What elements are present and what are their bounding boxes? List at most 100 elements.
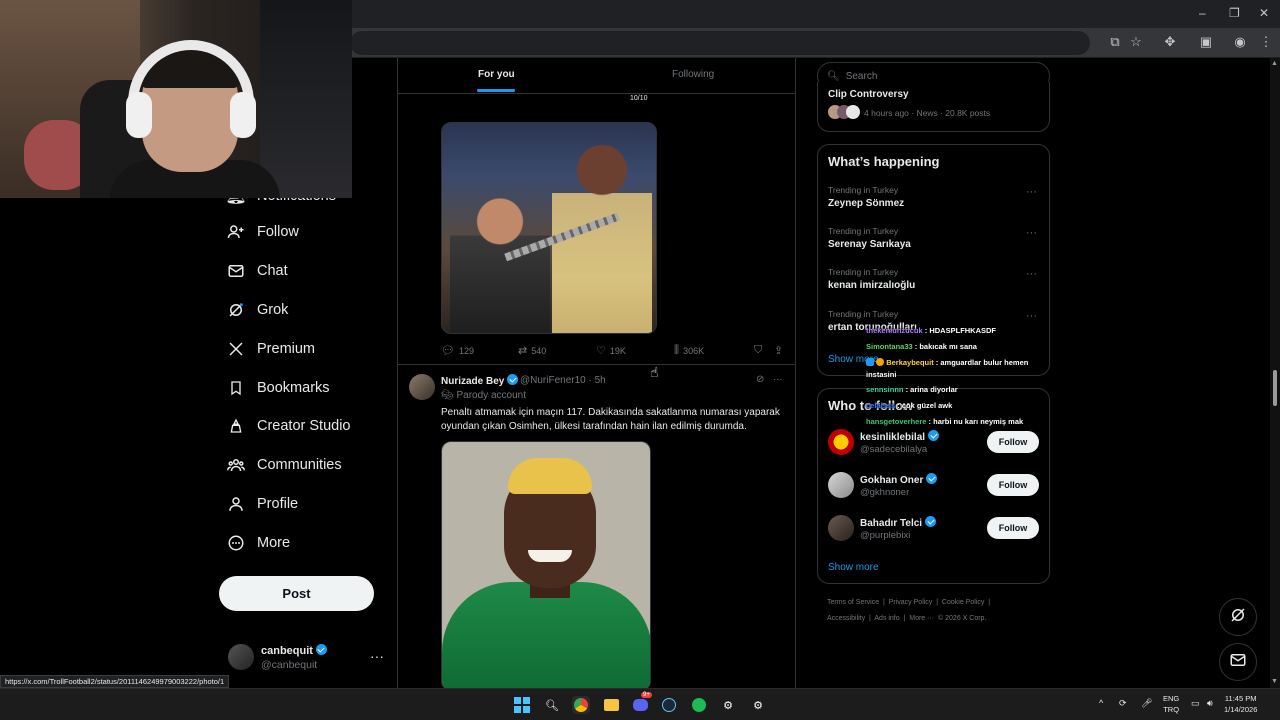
footer-link[interactable]: Terms of Service	[827, 599, 879, 606]
share-button[interactable]: ⇪	[774, 344, 787, 357]
language-indicator[interactable]: ENG TRQ	[1163, 693, 1179, 715]
views-button[interactable]: ⫼ 306K	[674, 344, 704, 357]
extensions-icon[interactable]: ✥	[1162, 34, 1178, 50]
discord-icon[interactable]: 9+	[631, 692, 652, 714]
folder-icon[interactable]	[602, 696, 620, 714]
chat-user: Simontana33	[866, 342, 913, 351]
start-button[interactable]	[513, 696, 531, 714]
volume-icon[interactable]: 🔊︎	[1207, 698, 1213, 709]
close-window-button[interactable]: ✕	[1259, 6, 1269, 20]
page-scrollbar[interactable]: ▲ ▼	[1270, 58, 1280, 688]
profile-avatar-icon[interactable]: ◉	[1232, 34, 1248, 50]
footer-link[interactable]: Cookie Policy	[942, 599, 984, 606]
tweet-image[interactable]	[441, 441, 651, 688]
microphone-icon[interactable]: 🎤︎	[1141, 698, 1152, 709]
trend-name[interactable]: Zeynep Sönmez	[828, 198, 904, 209]
avatar[interactable]	[828, 429, 854, 455]
notification-badge: 9+	[641, 692, 652, 698]
sync-icon[interactable]: ⟳	[1119, 698, 1127, 709]
more-icon[interactable]: ···	[1026, 186, 1037, 198]
avatar[interactable]	[828, 472, 854, 498]
follow-button[interactable]: Follow	[987, 517, 1039, 539]
app-icon[interactable]: ⚙︎	[749, 696, 767, 714]
search-icon[interactable]: 🔍︎	[543, 696, 561, 714]
nav-communities[interactable]: Communities	[226, 451, 342, 479]
trend-name[interactable]: Serenay Sarıkaya	[828, 239, 911, 250]
tab-following[interactable]: Following	[672, 69, 714, 80]
avatar[interactable]	[409, 374, 435, 400]
footer-link[interactable]: Accessibility	[827, 615, 865, 622]
trend-name[interactable]: kenan imirzalıoğlu	[828, 280, 915, 291]
reply-button[interactable]: 💬︎ 129	[441, 344, 474, 357]
trend-context: Trending in Turkey	[828, 309, 899, 319]
footer-link[interactable]: Privacy Policy	[889, 599, 933, 606]
browser-menu-icon[interactable]: ⋮	[1258, 34, 1274, 50]
nav-creator-studio[interactable]: Creator Studio	[226, 412, 351, 440]
account-more-icon[interactable]: ···	[370, 648, 384, 664]
chat-message: Berkaybequit : amguardlar bulur hemen in…	[866, 357, 1056, 381]
footer-link[interactable]: Ads info	[874, 615, 899, 622]
tab-for-you[interactable]: For you	[477, 69, 515, 92]
scroll-up-icon[interactable]: ▲	[1271, 60, 1278, 67]
show-more-link[interactable]: Show more	[828, 562, 879, 573]
steam-icon[interactable]	[660, 696, 678, 714]
grok-fab[interactable]	[1219, 598, 1257, 636]
like-button[interactable]: ♡ 19K	[596, 344, 626, 357]
repost-button[interactable]: ⇄ 540	[518, 344, 546, 357]
verified-badge-icon	[926, 473, 938, 484]
footer-links: Terms of Service | Privacy Policy | Cook…	[827, 599, 991, 606]
badge-icon	[876, 358, 885, 366]
chat-message: celalsss : çok güzel awk	[866, 401, 952, 410]
sidepanel-icon[interactable]: ▣	[1198, 34, 1214, 50]
install-app-icon[interactable]: ⧉	[1107, 34, 1123, 50]
chat-message: thekeniunzucuk : HDASPLFHKASDF	[866, 326, 996, 335]
follow-button[interactable]: Follow	[987, 474, 1039, 496]
more-icon[interactable]: ···	[773, 374, 783, 385]
nav-more[interactable]: More	[226, 529, 290, 557]
trend-meta: 4 hours ago · News · 20.8K posts	[864, 108, 991, 118]
chat-user: thekeniunzucuk	[866, 326, 923, 335]
author-handle[interactable]: @NuriFener10	[520, 375, 586, 386]
chrome-icon[interactable]	[572, 696, 590, 714]
follow-button[interactable]: Follow	[987, 431, 1039, 453]
settings-icon[interactable]: ⚙︎	[719, 696, 737, 714]
more-icon[interactable]: ···	[1026, 268, 1037, 280]
restore-button[interactable]: ❐	[1229, 6, 1240, 20]
avatar[interactable]	[828, 515, 854, 541]
star-icon[interactable]: ☆	[1128, 34, 1144, 50]
user-name[interactable]: Bahadır Telci	[860, 518, 922, 529]
chevron-up-icon[interactable]: ^	[1099, 698, 1103, 708]
nav-follow[interactable]: Follow	[226, 218, 299, 246]
nav-grok[interactable]: Grok	[226, 296, 288, 324]
scroll-down-icon[interactable]: ▼	[1271, 678, 1278, 685]
tweet-time[interactable]: 5h	[595, 375, 606, 386]
user-name[interactable]: Gokhan Oner	[860, 475, 923, 486]
user-handle: @sadecebilalya	[860, 444, 928, 455]
nav-profile[interactable]: Profile	[226, 490, 298, 518]
parody-label: 🎭︎ Parody account	[441, 390, 526, 401]
bookmark-icon: ⛉	[754, 344, 763, 356]
messages-fab[interactable]	[1219, 643, 1257, 681]
network-icon[interactable]: ▭	[1191, 698, 1200, 709]
nav-premium[interactable]: Premium	[226, 335, 315, 363]
nav-bookmarks[interactable]: Bookmarks	[226, 374, 330, 402]
image-counter: 10/10	[627, 94, 651, 103]
footer-link[interactable]: More ···	[909, 615, 934, 622]
nav-chat[interactable]: Chat	[226, 257, 288, 285]
more-icon[interactable]: ···	[1026, 310, 1037, 322]
address-bar[interactable]	[350, 31, 1090, 55]
chat-user: sennsinnn	[866, 385, 904, 394]
spotify-icon[interactable]	[690, 696, 708, 714]
tweet-image[interactable]	[441, 122, 657, 334]
clock[interactable]: 11:45 PM 1/14/2026	[1224, 693, 1257, 715]
grok-icon[interactable]: ⊘	[756, 374, 764, 385]
person-plus-icon	[226, 222, 246, 242]
trend-card[interactable]: Clip Controversy 4 hours ago · News · 20…	[817, 82, 1050, 132]
post-button[interactable]: Post	[219, 576, 374, 611]
scrollbar-thumb[interactable]	[1273, 370, 1277, 406]
user-name[interactable]: kesinliklebilal	[860, 432, 925, 443]
author-name[interactable]: Nurizade Bey	[441, 376, 504, 387]
bookmark-button[interactable]: ⛉	[754, 344, 766, 357]
minimize-button[interactable]: –	[1199, 6, 1206, 20]
more-icon[interactable]: ···	[1026, 227, 1037, 239]
